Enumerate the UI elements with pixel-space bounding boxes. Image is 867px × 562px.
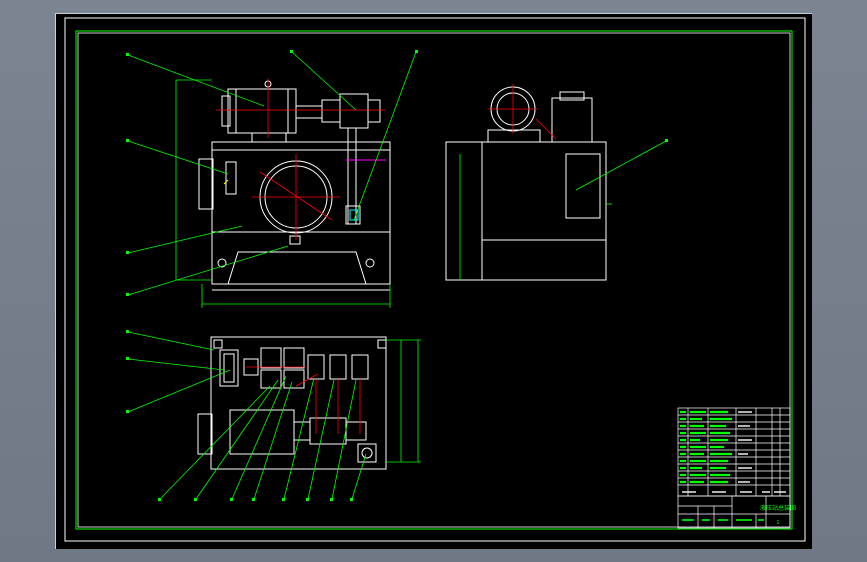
side-tank bbox=[445, 141, 607, 281]
tank-body bbox=[211, 141, 391, 233]
top-motor bbox=[229, 409, 295, 455]
leader-lines bbox=[127, 51, 667, 500]
cad-viewport[interactable]: 液压站总装图 1 bbox=[55, 13, 812, 549]
title-block bbox=[677, 495, 791, 529]
motor-body bbox=[227, 88, 297, 134]
top-view bbox=[197, 336, 387, 470]
front-view bbox=[198, 80, 391, 291]
balloon-ticks bbox=[126, 50, 668, 501]
title-block-sheet: 1 bbox=[776, 520, 779, 526]
title-block-stamp: 液压站总装图 bbox=[760, 504, 796, 512]
cad-drawing: 液压站总装图 1 bbox=[64, 17, 806, 542]
side-view bbox=[445, 86, 607, 281]
